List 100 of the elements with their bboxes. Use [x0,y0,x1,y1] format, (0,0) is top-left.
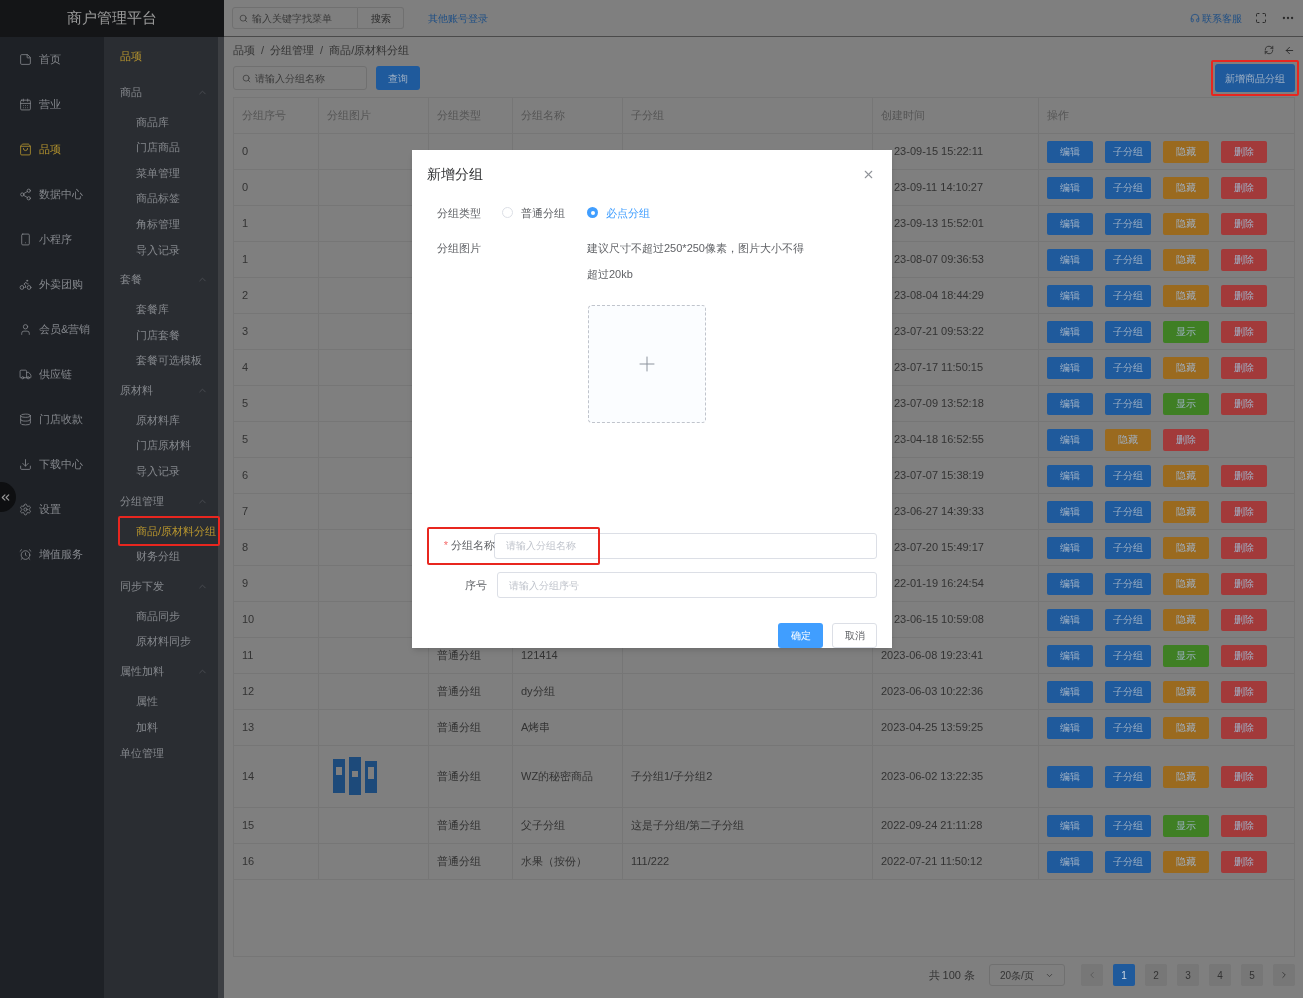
action-button[interactable]: 隐藏 [1163,140,1209,163]
action-button[interactable]: 编辑 [1047,500,1093,523]
submenu-group[interactable]: 同步下发 [104,569,218,604]
action-button[interactable]: 子分组 [1105,680,1151,703]
action-button[interactable]: 子分组 [1105,608,1151,631]
cancel-button[interactable]: 取消 [832,623,877,648]
page-button[interactable]: 3 [1177,964,1199,986]
action-button[interactable]: 编辑 [1047,428,1093,451]
radio-option[interactable]: 普通分组 [502,204,565,222]
action-button[interactable]: 删除 [1221,500,1267,523]
page-button[interactable]: 5 [1241,964,1263,986]
action-button[interactable]: 隐藏 [1163,765,1209,788]
nav-item[interactable]: 首页 [16,37,104,82]
submenu-item[interactable]: 套餐可选模板 [104,347,218,374]
action-button[interactable]: 隐藏 [1105,428,1151,451]
submenu-item[interactable]: 门店套餐 [104,322,218,348]
action-button[interactable]: 子分组 [1105,572,1151,595]
submenu-item[interactable]: 门店原材料 [104,432,218,459]
action-button[interactable]: 编辑 [1047,392,1093,415]
action-button[interactable]: 删除 [1221,765,1267,788]
submenu-item[interactable]: 原材料库 [104,407,218,433]
action-button[interactable]: 子分组 [1105,814,1151,837]
action-button[interactable]: 隐藏 [1163,176,1209,199]
action-button[interactable]: 删除 [1221,392,1267,415]
action-button[interactable]: 删除 [1221,644,1267,667]
submenu-item[interactable]: 加料 [104,714,218,740]
action-button[interactable]: 显示 [1163,392,1209,415]
action-button[interactable]: 删除 [1221,680,1267,703]
action-button[interactable]: 子分组 [1105,716,1151,739]
submenu-group[interactable]: 分组管理 [104,484,218,519]
action-button[interactable]: 显示 [1163,644,1209,667]
fullscreen-icon[interactable] [1255,12,1267,24]
submenu-item[interactable]: 门店商品 [104,134,218,161]
action-button[interactable]: 删除 [1221,176,1267,199]
action-button[interactable]: 编辑 [1047,765,1093,788]
submenu-item[interactable]: 原材料同步 [104,628,218,655]
action-button[interactable]: 编辑 [1047,356,1093,379]
action-button[interactable]: 删除 [1221,850,1267,873]
action-button[interactable]: 编辑 [1047,140,1093,163]
action-button[interactable]: 显示 [1163,320,1209,343]
nav-item[interactable]: 门店收款 [16,397,104,442]
action-button[interactable]: 编辑 [1047,608,1093,631]
action-button[interactable]: 编辑 [1047,680,1093,703]
nav-item[interactable]: 供应链 [16,352,104,397]
action-button[interactable]: 编辑 [1047,212,1093,235]
action-button[interactable]: 删除 [1221,140,1267,163]
submenu-item[interactable]: 套餐库 [104,296,218,323]
action-button[interactable]: 删除 [1221,248,1267,271]
support-link[interactable]: 联系客服 [1190,10,1242,26]
nav-item[interactable]: 设置 [16,487,104,532]
action-button[interactable]: 隐藏 [1163,680,1209,703]
breadcrumb-item[interactable]: 分组管理 [270,41,315,59]
action-button[interactable]: 子分组 [1105,212,1151,235]
action-button[interactable]: 隐藏 [1163,850,1209,873]
action-button[interactable]: 子分组 [1105,850,1151,873]
action-button[interactable]: 显示 [1163,814,1209,837]
action-button[interactable]: 子分组 [1105,248,1151,271]
action-button[interactable]: 隐藏 [1163,248,1209,271]
page-size-select[interactable]: 20条/页 [989,964,1065,986]
action-button[interactable]: 隐藏 [1163,572,1209,595]
refresh-icon[interactable] [1264,45,1274,55]
back-icon[interactable] [1284,44,1295,56]
confirm-button[interactable]: 确定 [778,623,823,648]
action-button[interactable]: 隐藏 [1163,464,1209,487]
action-button[interactable]: 删除 [1221,572,1267,595]
action-button[interactable]: 删除 [1221,464,1267,487]
submenu-item[interactable]: 商品标签 [104,185,218,212]
submenu-group[interactable]: 套餐 [104,262,218,297]
nav-item[interactable]: 小程序 [16,217,104,262]
radio-option[interactable]: 必点分组 [587,204,650,222]
add-group-button[interactable]: 新增商品分组 [1215,64,1295,92]
search-button[interactable]: 搜索 [358,7,404,29]
action-button[interactable]: 删除 [1221,212,1267,235]
action-button[interactable]: 编辑 [1047,464,1093,487]
submenu-item[interactable]: 导入记录 [104,236,218,263]
action-button[interactable]: 删除 [1221,536,1267,559]
action-button[interactable]: 子分组 [1105,500,1151,523]
submenu-item[interactable]: 商品库 [104,109,218,135]
action-button[interactable]: 删除 [1221,284,1267,307]
page-button[interactable]: 2 [1145,964,1167,986]
nav-item[interactable]: 外卖团购 [16,262,104,307]
action-button[interactable]: 删除 [1221,320,1267,343]
submenu-item[interactable]: 菜单管理 [104,160,218,186]
nav-item[interactable]: 下载中心 [16,442,104,487]
action-button[interactable]: 子分组 [1105,644,1151,667]
submenu-item[interactable]: 商品同步 [104,603,218,629]
action-button[interactable]: 隐藏 [1163,716,1209,739]
submenu-item[interactable]: 财务分组 [104,543,218,570]
nav-item[interactable]: 会员&营销 [16,307,104,352]
submenu-group[interactable]: 原材料 [104,373,218,408]
breadcrumb-item[interactable]: 品项 [233,41,255,59]
action-button[interactable]: 子分组 [1105,356,1151,379]
action-button[interactable]: 编辑 [1047,248,1093,271]
action-button[interactable]: 隐藏 [1163,500,1209,523]
submenu-item[interactable]: 导入记录 [104,458,218,485]
submenu-link[interactable]: 单位管理 [104,739,218,768]
action-button[interactable]: 编辑 [1047,850,1093,873]
action-button[interactable]: 删除 [1221,814,1267,837]
action-button[interactable]: 子分组 [1105,284,1151,307]
action-button[interactable]: 隐藏 [1163,284,1209,307]
